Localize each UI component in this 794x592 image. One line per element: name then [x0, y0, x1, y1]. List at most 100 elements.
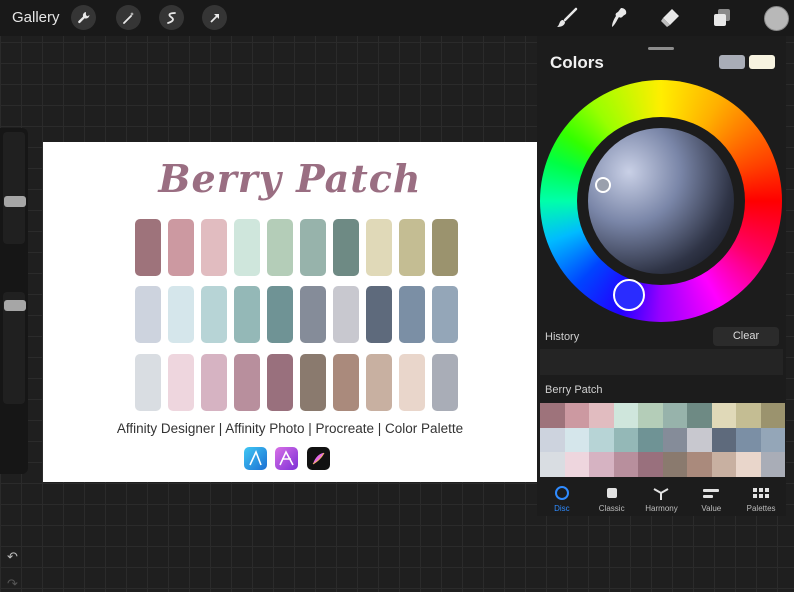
palette-swatch[interactable]: [638, 452, 663, 477]
artwork-swatch: [267, 354, 293, 411]
palette-swatch[interactable]: [613, 427, 638, 452]
palette-swatch[interactable]: [638, 403, 663, 428]
panel-drag-handle[interactable]: [648, 47, 674, 50]
artwork-swatch: [366, 354, 392, 411]
colors-panel: Colors History Clear Berry Patch Disc Cl…: [537, 36, 786, 516]
palette-swatch[interactable]: [540, 403, 565, 428]
artwork-swatch: [234, 354, 260, 411]
canvas[interactable]: Berry Patch Affinity Designer | Affinity…: [43, 142, 537, 482]
swatch-row-1: [135, 219, 458, 276]
palette-swatch[interactable]: [711, 452, 736, 477]
history-label: History: [545, 331, 580, 343]
palette-swatch[interactable]: [662, 427, 687, 452]
artwork-swatch: [135, 286, 161, 343]
artwork-swatch: [201, 354, 227, 411]
palette-swatch[interactable]: [760, 452, 785, 477]
swatch-row-2: [135, 286, 458, 343]
tab-label: Harmony: [645, 504, 678, 513]
gallery-button[interactable]: Gallery: [12, 9, 60, 26]
artwork-title: Berry Patch: [158, 156, 422, 201]
procreate-icon: [307, 447, 330, 470]
artwork-swatch: [168, 286, 194, 343]
palette-swatch[interactable]: [736, 452, 761, 477]
harmony-icon: [653, 485, 669, 501]
tab-classic[interactable]: Classic: [587, 482, 637, 516]
palette-swatch[interactable]: [613, 403, 638, 428]
artwork-swatch: [135, 354, 161, 411]
palette-swatch[interactable]: [540, 427, 565, 452]
palette-swatch[interactable]: [687, 427, 712, 452]
value-icon: [702, 485, 720, 501]
saturation-handle[interactable]: [595, 177, 611, 193]
palette-swatch[interactable]: [564, 427, 589, 452]
palette-swatch[interactable]: [613, 452, 638, 477]
artwork-swatch: [300, 219, 326, 276]
palette-swatch[interactable]: [711, 427, 736, 452]
primary-color-swatch[interactable]: [749, 55, 775, 69]
panel-title: Colors: [550, 53, 604, 72]
palette-swatch[interactable]: [736, 427, 761, 452]
opacity-handle[interactable]: [4, 300, 26, 311]
artwork-swatch: [432, 219, 458, 276]
artwork-swatch: [366, 286, 392, 343]
tab-label: Classic: [598, 504, 625, 513]
palette-swatch[interactable]: [540, 452, 565, 477]
palette-swatch[interactable]: [760, 403, 785, 428]
current-color-button[interactable]: [764, 6, 789, 31]
disc-icon: [554, 485, 570, 501]
palette-swatch[interactable]: [662, 403, 687, 428]
palette-swatch[interactable]: [589, 452, 614, 477]
top-toolbar: Gallery: [0, 0, 794, 36]
history-strip: [540, 349, 783, 375]
palette-swatch[interactable]: [760, 427, 785, 452]
eraser-icon[interactable]: [656, 4, 684, 32]
undo-icon[interactable]: ↶: [7, 549, 18, 565]
artwork-swatch: [135, 219, 161, 276]
artwork-swatch: [333, 286, 359, 343]
palette-grid: [540, 403, 785, 477]
selection-icon[interactable]: [159, 5, 184, 30]
redo-icon[interactable]: ↷: [7, 576, 18, 592]
tab-label: Value: [701, 504, 722, 513]
brush-size-slider[interactable]: [3, 132, 25, 244]
tab-palettes[interactable]: Palettes: [736, 482, 786, 516]
palette-swatch[interactable]: [687, 452, 712, 477]
artwork-swatch: [366, 219, 392, 276]
palette-swatch[interactable]: [589, 427, 614, 452]
classic-icon: [604, 485, 620, 501]
artwork-swatch: [168, 354, 194, 411]
artwork-swatch: [267, 286, 293, 343]
wrench-icon[interactable]: [71, 5, 96, 30]
secondary-color-swatch[interactable]: [719, 55, 745, 69]
tab-harmony[interactable]: Harmony: [637, 482, 687, 516]
tab-value[interactable]: Value: [686, 482, 736, 516]
smudge-icon[interactable]: [605, 4, 633, 32]
brush-size-handle[interactable]: [4, 196, 26, 207]
artwork-swatch: [399, 286, 425, 343]
hue-handle[interactable]: [613, 279, 645, 311]
left-sidebar: ↶ ↷: [0, 128, 28, 591]
palette-swatch[interactable]: [564, 403, 589, 428]
saturation-brightness-disc[interactable]: [588, 128, 734, 274]
palette-swatch[interactable]: [638, 427, 663, 452]
tab-disc[interactable]: Disc: [537, 482, 587, 516]
brush-icon[interactable]: [553, 4, 581, 32]
artwork-swatch: [168, 219, 194, 276]
palette-swatch[interactable]: [711, 403, 736, 428]
palette-swatch[interactable]: [589, 403, 614, 428]
palette-swatch[interactable]: [687, 403, 712, 428]
color-mode-tabs: Disc Classic Harmony Value Palettes: [537, 482, 786, 516]
palettes-icon: [752, 485, 770, 501]
transform-arrow-icon[interactable]: [202, 5, 227, 30]
artwork-swatch: [333, 219, 359, 276]
layers-icon[interactable]: [708, 4, 736, 32]
artwork-swatch: [201, 286, 227, 343]
palette-swatch[interactable]: [736, 403, 761, 428]
affinity-photo-icon: [275, 447, 298, 470]
magic-wand-icon[interactable]: [116, 5, 141, 30]
clear-history-button[interactable]: Clear: [713, 327, 779, 346]
palette-swatch[interactable]: [662, 452, 687, 477]
hue-ring[interactable]: [540, 80, 782, 322]
artwork-swatch: [399, 219, 425, 276]
palette-swatch[interactable]: [564, 452, 589, 477]
